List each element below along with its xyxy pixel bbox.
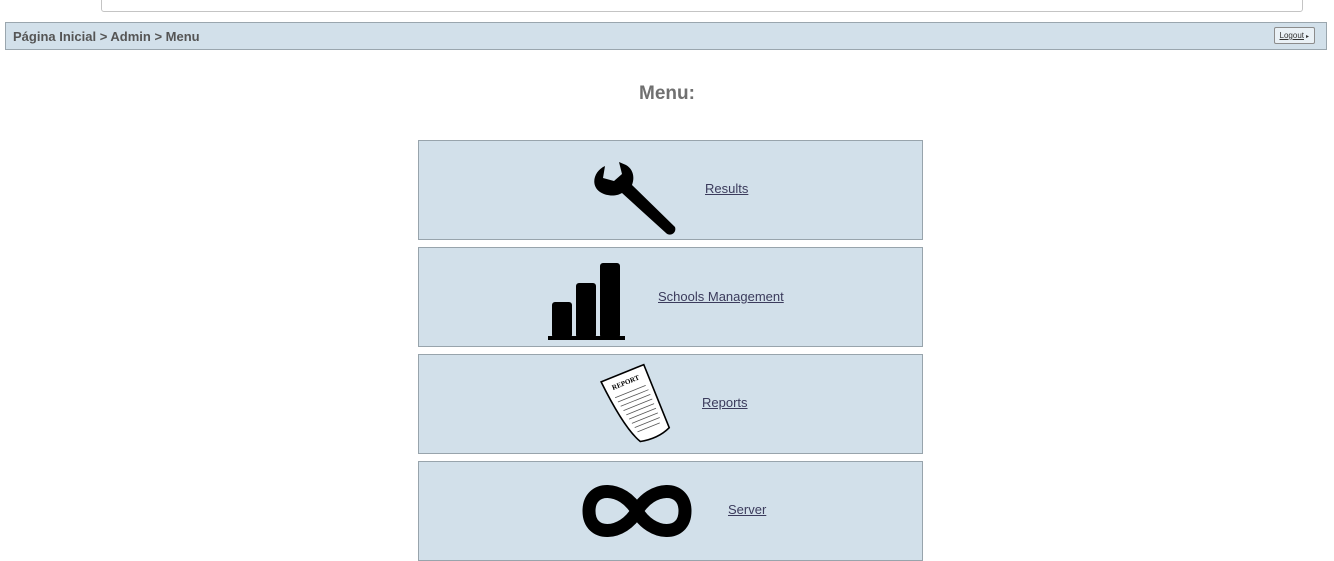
browser-toolbar [0,0,1334,14]
menu-tile-results[interactable]: Results [418,140,923,240]
address-bar[interactable] [101,0,1303,12]
menu-tile-reports[interactable]: REPORT Reports [418,354,923,454]
menu-tile-server[interactable]: Server [418,461,923,561]
page-title: Menu: [639,83,695,104]
logout-button[interactable]: Logout ▸ [1273,27,1315,44]
infinity-icon [582,485,692,537]
server-link[interactable]: Server [728,502,766,517]
wrench-icon [594,162,676,235]
report-document-icon: REPORT [600,363,671,443]
schools-management-link[interactable]: Schools Management [658,289,784,304]
results-link[interactable]: Results [705,181,748,196]
reports-link[interactable]: Reports [702,395,748,410]
breadcrumb: Página Inicial > Admin > Menu [13,29,200,44]
menu-tile-schools-management[interactable]: Schools Management [418,247,923,347]
bar-chart-icon [548,263,625,340]
breadcrumb-bar: Página Inicial > Admin > Menu Logout ▸ [5,22,1327,50]
logout-label[interactable]: Logout [1280,31,1304,40]
arrow-right-icon: ▸ [1305,34,1309,40]
